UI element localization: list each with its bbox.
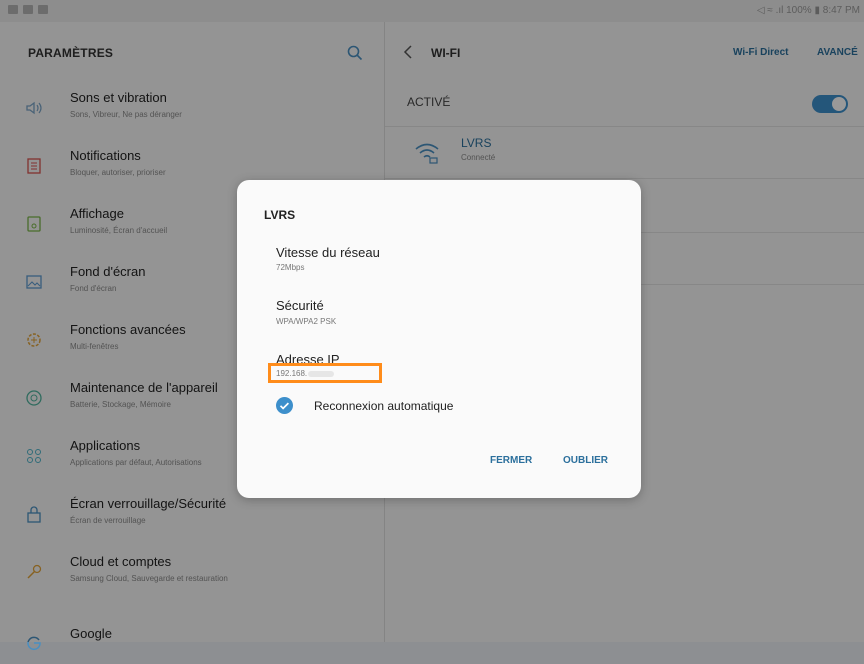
security-label: Sécurité <box>276 298 324 313</box>
ip-value: 192.168. <box>276 369 308 378</box>
close-button[interactable]: FERMER <box>490 455 532 466</box>
check-icon <box>279 402 290 410</box>
security-value: WPA/WPA2 PSK <box>276 317 337 326</box>
ip-value-row: 192.168. <box>276 369 335 378</box>
ip-redaction <box>308 370 335 377</box>
network-details-dialog: LVRS Vitesse du réseau 72Mbps Sécurité W… <box>237 180 641 498</box>
speed-value: 72Mbps <box>276 263 305 272</box>
reconnect-label: Reconnexion automatique <box>314 399 454 413</box>
dialog-title: LVRS <box>264 208 296 222</box>
speed-label: Vitesse du réseau <box>276 245 380 260</box>
forget-button[interactable]: OUBLIER <box>563 455 608 466</box>
reconnect-checkbox[interactable] <box>276 397 293 414</box>
